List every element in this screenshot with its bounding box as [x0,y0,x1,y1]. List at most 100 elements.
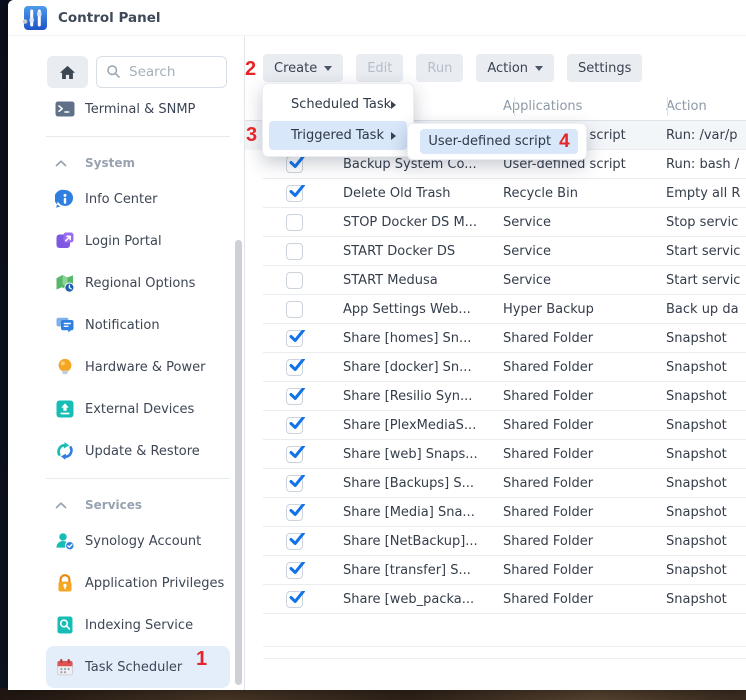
row-checkbox[interactable] [286,446,303,463]
row-checkbox[interactable] [286,475,303,492]
row-checkbox[interactable] [286,504,303,521]
task-name-cell: Share [web] Snaps... [330,447,496,462]
sidebar-item-label: Synology Account [85,534,201,549]
sidebar-item-label: External Devices [85,402,194,417]
create-menu-item[interactable]: Triggered Task [269,121,407,150]
sidebar-item[interactable]: Info Center [46,178,230,220]
settings-button[interactable]: Settings [567,54,642,82]
row-checkbox[interactable] [286,417,303,434]
table-row[interactable]: STOP Docker DS M... Service Stop servic [245,208,746,237]
action-cell: Snapshot [649,389,746,404]
table-row[interactable]: Share [web_packa... Shared Folder Snapsh… [245,585,746,614]
row-checkbox[interactable] [286,301,303,318]
sidebar-item-label: Terminal & SNMP [85,102,195,117]
submenu-item-label: User-defined script [428,134,551,149]
sidebar-item[interactable]: System [46,148,230,178]
task-name-cell: Delete Old Trash [330,186,496,201]
caret-down-icon [535,66,543,71]
sidebar-item[interactable]: Hardware & Power [46,346,230,388]
sidebar-item-label: Info Center [85,192,158,207]
application-cell: Shared Folder [496,476,649,491]
row-checkbox[interactable] [286,591,303,608]
row-checkbox[interactable] [286,562,303,579]
sidebar-item[interactable]: Notification [46,304,230,346]
table-row[interactable]: Share [Resilio Syn... Shared Folder Snap… [245,382,746,411]
application-cell: Shared Folder [496,331,649,346]
row-checkbox[interactable] [286,185,303,202]
sidebar-item[interactable]: Update & Restore [46,430,230,472]
table-row[interactable]: Share [PlexMediaS... Shared Folder Snaps… [245,411,746,440]
home-button[interactable] [47,56,88,88]
application-cell: Service [496,244,649,259]
row-checkbox[interactable] [286,214,303,231]
table-row[interactable]: Share [NetBackup]... Shared Folder Snaps… [245,527,746,556]
search-box[interactable] [96,56,227,88]
application-cell: Shared Folder [496,418,649,433]
application-privileges-icon [55,573,75,593]
sidebar-scrollbar[interactable] [235,240,242,685]
row-checkbox[interactable] [286,243,303,260]
action-cell: Stop servic [649,215,746,230]
column-separator [514,97,515,116]
sidebar-item[interactable] [8,136,244,148]
sidebar-item[interactable]: Indexing Service [46,604,230,646]
sidebar-item[interactable]: Regional Options [46,262,230,304]
action-cell: Snapshot [649,360,746,375]
table-row[interactable]: START Docker DS Service Start servic [245,237,746,266]
sidebar-item[interactable]: External Devices [46,388,230,430]
row-checkbox[interactable] [286,388,303,405]
table-row[interactable]: Share [docker] Sn... Shared Folder Snaps… [245,353,746,382]
sidebar-item-label: Indexing Service [85,618,193,633]
column-header-action[interactable]: Action [649,99,746,114]
column-separator [667,97,668,116]
action-cell: Start servic [649,273,746,288]
sidebar-item[interactable]: Application Privileges [46,562,230,604]
table-row[interactable]: Share [transfer] S... Shared Folder Snap… [245,556,746,585]
sidebar-item-label: Login Portal [85,234,162,249]
action-cell: Snapshot [649,592,746,607]
login-portal-icon [55,231,75,251]
control-panel-icon [22,5,48,31]
row-checkbox[interactable] [286,272,303,289]
table-row[interactable]: Share [homes] Sn... Shared Folder Snapsh… [245,324,746,353]
table-row[interactable]: Delete Old Trash Recycle Bin Empty all R [245,179,746,208]
sidebar-item-label: Regional Options [85,276,195,291]
empty-row-line [263,658,746,659]
sidebar-item[interactable]: Services [46,490,230,520]
create-menu-item[interactable]: Scheduled Task [269,90,407,119]
action-cell: Back up da [649,302,746,317]
submenu-item[interactable]: User-defined script 4 [420,129,578,154]
run-button[interactable]: Run [416,54,463,82]
table-row[interactable]: Share [Backups] S... Shared Folder Snaps… [245,469,746,498]
annotation-3: 3 [246,125,257,145]
caret-down-icon [324,66,332,71]
row-checkbox[interactable] [286,359,303,376]
edit-button[interactable]: Edit [356,54,403,82]
row-checkbox[interactable] [286,156,303,173]
sidebar-item[interactable]: Synology Account [46,520,230,562]
sidebar-item[interactable] [8,478,244,490]
task-name-cell: Share [PlexMediaS... [330,418,496,433]
action-cell: Empty all R [649,186,746,201]
hardware-power-icon [55,357,75,377]
table-row[interactable]: Share [Media] Sna... Shared Folder Snaps… [245,498,746,527]
task-name-cell: Share [NetBackup]... [330,534,496,549]
regional-options-icon [55,273,75,293]
table-row[interactable]: App Settings Web... Hyper Backup Back up… [245,295,746,324]
table-row[interactable]: Share [web] Snaps... Shared Folder Snaps… [245,440,746,469]
create-button[interactable]: Create [263,54,343,82]
table-row[interactable]: START Medusa Service Start servic [245,266,746,295]
toolbar: Create Edit Run Action Settings [263,54,642,82]
row-checkbox[interactable] [286,330,303,347]
action-cell: Snapshot [649,563,746,578]
sidebar-item[interactable]: Terminal & SNMP [46,88,230,130]
notification-icon [55,315,75,335]
sidebar-item[interactable]: Login Portal [46,220,230,262]
indexing-service-icon [55,615,75,635]
column-header-applications[interactable]: Applications [496,99,649,114]
row-checkbox[interactable] [286,533,303,550]
action-button[interactable]: Action [476,54,554,82]
sidebar-item-label: Hardware & Power [85,360,205,375]
application-cell: Hyper Backup [496,302,649,317]
application-cell: Recycle Bin [496,186,649,201]
